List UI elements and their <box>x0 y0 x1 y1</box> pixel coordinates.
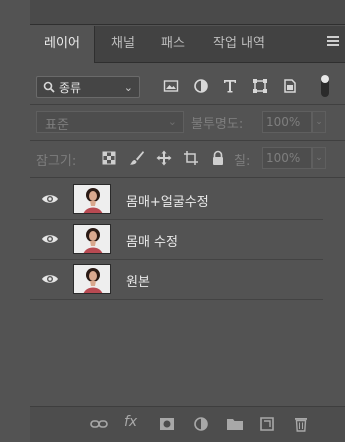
trash-icon[interactable] <box>292 416 310 432</box>
blend-mode-value: 표준 <box>45 118 69 133</box>
image-filter-icon[interactable] <box>163 78 179 94</box>
fill-field[interactable]: 100% ⌄ <box>262 147 326 169</box>
tab-paths[interactable]: 패스 <box>150 26 196 62</box>
layer-row[interactable]: 몸매 수정 <box>30 220 323 260</box>
tab-layers[interactable]: 레이어 <box>30 26 95 63</box>
opacity-value: 100% <box>266 115 301 129</box>
search-icon <box>43 81 55 93</box>
layers-panel: 레이어 채널 패스 작업 내역 종류 ⌄ 표준 ⌄ 불투명도: 100% ⌄ 잠… <box>30 26 345 442</box>
brush-icon[interactable] <box>129 150 145 166</box>
eye-icon[interactable] <box>41 233 59 245</box>
portrait-thumbnail-icon <box>74 225 110 253</box>
layer-name[interactable]: 원본 <box>126 271 150 290</box>
fill-label: 칠: <box>234 154 251 169</box>
adjustment-layer-icon[interactable] <box>192 416 210 432</box>
adjustment-filter-icon[interactable] <box>193 78 209 94</box>
left-dock-strip <box>0 0 30 441</box>
tab-history[interactable]: 작업 내역 <box>198 26 280 62</box>
divider <box>30 104 345 105</box>
artboard-lock-icon[interactable] <box>183 150 199 166</box>
layer-name[interactable]: 몸매+얼굴수정 <box>126 191 209 210</box>
portrait-thumbnail-icon <box>74 185 110 213</box>
layers-bottom-bar: fx <box>30 406 345 442</box>
divider <box>30 177 345 178</box>
lock-icon[interactable] <box>210 150 226 166</box>
shape-filter-icon[interactable] <box>252 78 268 94</box>
chevron-down-icon: ⌄ <box>123 81 133 94</box>
add-mask-icon[interactable] <box>158 416 176 432</box>
fill-value: 100% <box>266 151 301 165</box>
layer-thumbnail <box>73 184 111 214</box>
chevron-down-icon[interactable]: ⌄ <box>312 111 326 133</box>
tab-channels[interactable]: 채널 <box>96 26 150 62</box>
lock-transparency-icon[interactable] <box>101 150 117 166</box>
layer-name[interactable]: 몸매 수정 <box>126 231 178 250</box>
link-layers-icon[interactable] <box>90 416 108 432</box>
blend-mode-select[interactable]: 표준 ⌄ <box>36 111 184 133</box>
move-icon[interactable] <box>156 150 172 166</box>
opacity-field[interactable]: 100% ⌄ <box>262 111 326 133</box>
lock-label: 잠그기: <box>36 154 77 169</box>
filter-value: 종류 <box>59 81 82 95</box>
upper-panel <box>30 0 345 25</box>
layer-row[interactable]: 원본 <box>30 260 323 300</box>
layer-row[interactable]: 몸매+얼굴수정 <box>30 180 323 220</box>
new-layer-icon[interactable] <box>258 416 276 432</box>
folder-icon[interactable] <box>226 416 244 432</box>
panel-tab-bar: 레이어 채널 패스 작업 내역 <box>30 26 345 63</box>
layer-thumbnail <box>73 264 111 294</box>
filter-toggle[interactable] <box>321 75 329 97</box>
chevron-down-icon[interactable]: ⌄ <box>312 147 326 169</box>
eye-icon[interactable] <box>41 193 59 205</box>
portrait-thumbnail-icon <box>74 265 110 293</box>
panel-menu-icon[interactable] <box>327 36 339 50</box>
chevron-down-icon: ⌄ <box>167 115 177 128</box>
eye-icon[interactable] <box>41 273 59 285</box>
type-filter-icon[interactable] <box>222 78 238 94</box>
divider <box>30 140 345 141</box>
opacity-label: 불투명도: <box>191 117 244 132</box>
smart-object-filter-icon[interactable] <box>282 78 298 94</box>
fx-icon[interactable]: fx <box>124 414 142 430</box>
layer-filter-select[interactable]: 종류 ⌄ <box>36 76 140 98</box>
layer-thumbnail <box>73 224 111 254</box>
